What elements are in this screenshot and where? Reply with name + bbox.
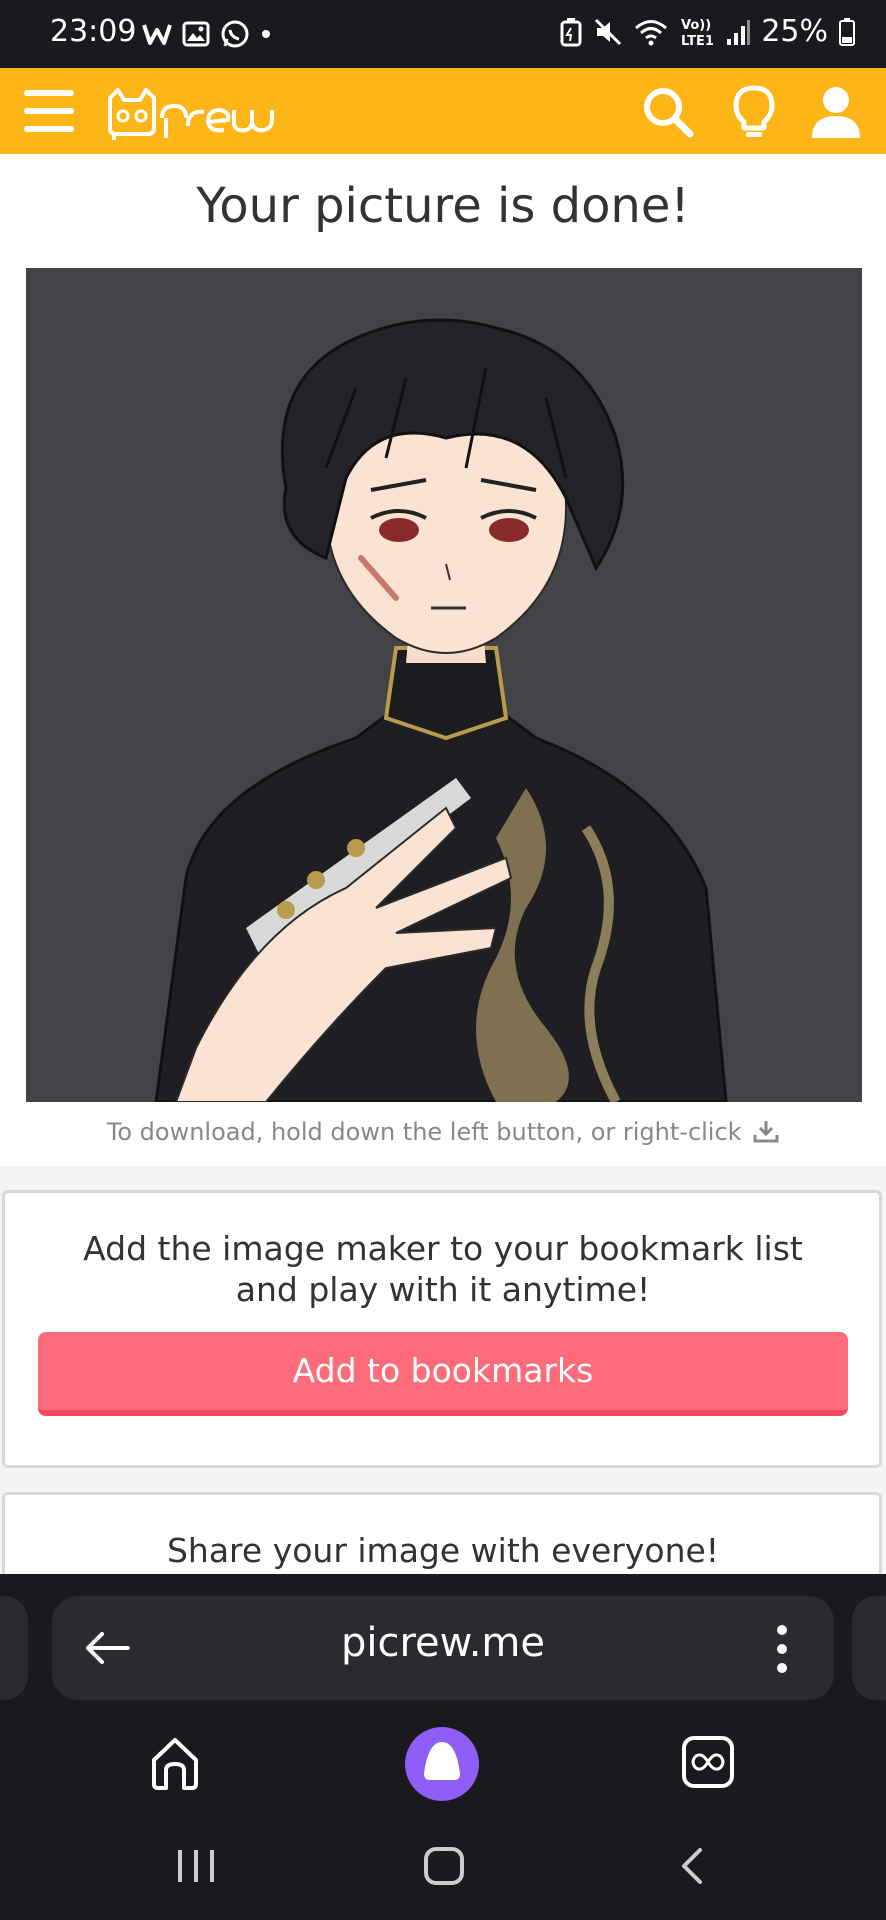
add-to-bookmarks-button[interactable]: Add to bookmarks [38, 1332, 848, 1416]
svg-text:LTE1: LTE1 [681, 34, 714, 49]
user-icon[interactable] [808, 84, 864, 140]
home-button-icon[interactable] [422, 1846, 466, 1886]
tabs-icon[interactable] [680, 1734, 736, 1790]
mute-icon [595, 18, 622, 45]
lightbulb-icon[interactable] [726, 84, 782, 140]
home-icon[interactable] [146, 1734, 204, 1792]
menu-icon[interactable] [22, 86, 76, 136]
more-vertical-icon[interactable] [770, 1622, 794, 1676]
result-image[interactable] [26, 268, 862, 1102]
character-portrait [26, 268, 862, 1102]
volte-icon: Vo))LTE1 [681, 18, 714, 49]
battery-percentage: 25% [761, 14, 828, 49]
bookmark-card-line2: and play with it anytime! [235, 1270, 651, 1309]
wifi-icon [635, 19, 668, 45]
battery-icon [839, 17, 855, 46]
recents-icon[interactable] [176, 1848, 216, 1884]
battery-saver-icon [560, 17, 582, 46]
bookmark-card-line1: Add the image maker to your bookmark lis… [83, 1229, 803, 1268]
share-card-title: Share your image with everyone! [166, 1531, 720, 1570]
signal-icon [727, 19, 751, 45]
download-hint: To download, hold down the left button, … [0, 1118, 886, 1146]
back-icon[interactable] [676, 1846, 706, 1886]
status-bar: 23:09 Vo)) LTE1 25% [0, 0, 886, 68]
assistant-icon[interactable] [404, 1726, 480, 1802]
picrew-logo[interactable] [104, 84, 276, 140]
w-app-icon [142, 24, 172, 45]
bookmark-card-text: Add the image maker to your bookmark lis… [30, 1228, 856, 1310]
page-title: Your picture is done! [196, 178, 690, 234]
system-icons: Vo)) LTE1 25% [559, 14, 856, 49]
dot-icon [262, 30, 270, 38]
download-hint-text: To download, hold down the left button, … [106, 1118, 742, 1146]
whatsapp-icon [221, 20, 249, 48]
search-icon[interactable] [640, 84, 696, 140]
app-header [0, 68, 886, 154]
status-time: 23:09 [50, 14, 137, 49]
svg-text:Vo)): Vo)) [681, 18, 711, 33]
notification-icons [142, 16, 272, 52]
url-text[interactable]: picrew.me [0, 1620, 886, 1666]
download-icon [753, 1121, 779, 1143]
gallery-icon [182, 21, 210, 47]
